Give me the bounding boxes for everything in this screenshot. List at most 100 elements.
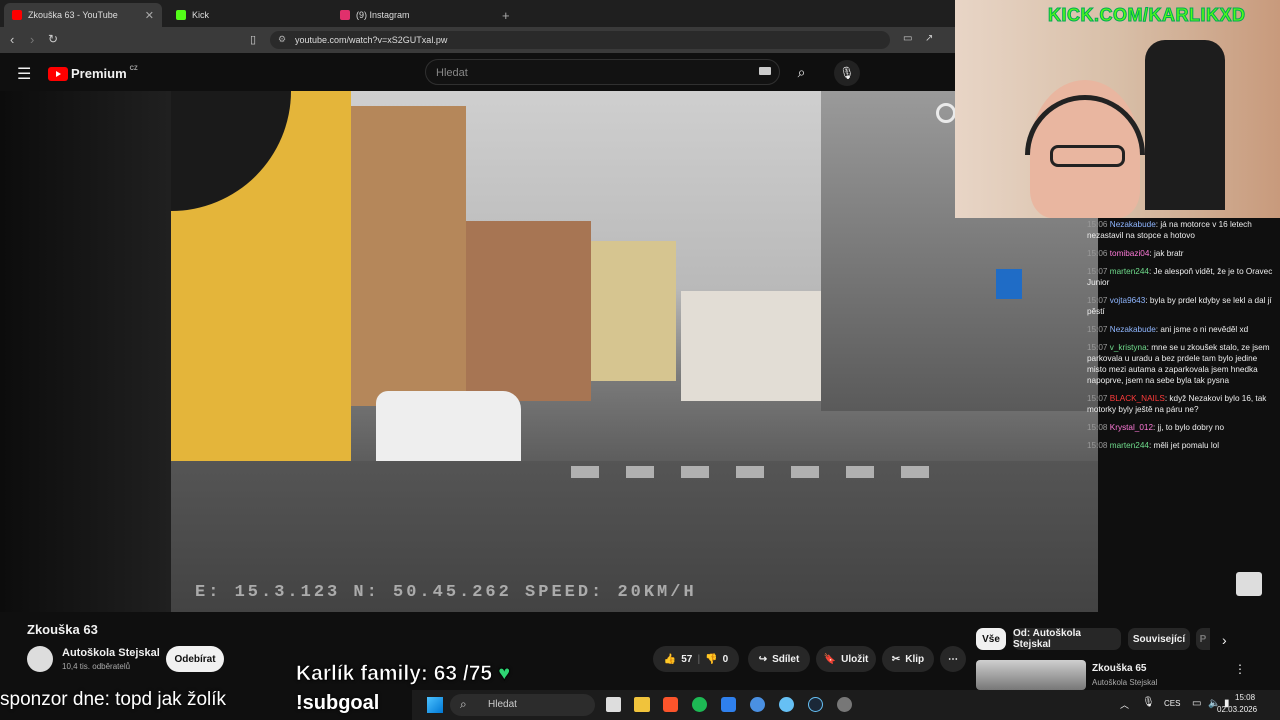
- clock-time[interactable]: 15:08: [1235, 693, 1255, 702]
- crosswalk: [571, 466, 931, 478]
- heart-icon: ♥: [497, 662, 511, 686]
- white-house: [681, 291, 831, 401]
- brick-building: [466, 221, 591, 401]
- like-count[interactable]: 57: [681, 654, 692, 665]
- obs-icon[interactable]: [837, 697, 852, 712]
- chat-timestamp: 15:07: [1087, 343, 1108, 352]
- chat-username[interactable]: v_kristyna: [1110, 343, 1147, 352]
- kick-favicon-icon: [176, 10, 186, 20]
- steam-icon[interactable]: [808, 697, 823, 712]
- chevron-right-icon[interactable]: ›: [1222, 632, 1227, 648]
- channel-avatar[interactable]: [27, 646, 53, 672]
- tray-expand-icon[interactable]: ︿: [1120, 698, 1129, 711]
- chip-partial[interactable]: P: [1196, 628, 1210, 650]
- chat-username[interactable]: marten244: [1110, 441, 1149, 450]
- tab-kick[interactable]: Kick: [168, 3, 328, 27]
- subscriber-count: 10,4 tis. odběratelů: [62, 662, 131, 671]
- chat-message: 15:06 tomibazi04: jak bratr: [1087, 249, 1184, 258]
- chat-username[interactable]: Nezakabude: [1110, 325, 1156, 334]
- new-tab-button[interactable]: +: [494, 3, 518, 27]
- next-video-menu-icon[interactable]: ⋮: [1234, 662, 1246, 676]
- bookmark-save-icon: 🔖: [823, 653, 837, 665]
- pale-building: [591, 241, 676, 381]
- cast-icon[interactable]: ▭: [903, 33, 912, 44]
- app-icon[interactable]: [721, 697, 736, 712]
- channel-name[interactable]: Autoškola Stejskal: [62, 647, 160, 659]
- stream-chat: 15:06 Nezakabude: já na motorce v 16 let…: [1083, 218, 1280, 518]
- miniplayer-thumbnail-icon[interactable]: [1236, 572, 1262, 596]
- chat-username[interactable]: vojta9643: [1110, 296, 1146, 305]
- language-indicator[interactable]: CES: [1164, 699, 1180, 708]
- dislike-icon[interactable]: 👎: [705, 654, 717, 665]
- more-actions-button[interactable]: ⋯: [940, 646, 966, 672]
- chrome-app-icon[interactable]: [779, 697, 794, 712]
- chat-message: 15:06 Nezakabude: já na motorce v 16 let…: [1087, 220, 1252, 240]
- next-video-title[interactable]: Zkouška 65: [1092, 663, 1146, 674]
- chip-all[interactable]: Vše: [976, 628, 1006, 650]
- task-view-icon[interactable]: [606, 697, 621, 712]
- start-icon[interactable]: [427, 697, 443, 713]
- share-button[interactable]: ↪ Sdílet: [748, 646, 810, 672]
- url-field[interactable]: ⚙ youtube.com/watch?v=xS2GUTxal.pw: [270, 31, 890, 49]
- save-button[interactable]: 🔖 Uložit: [816, 646, 876, 672]
- dislike-count[interactable]: 0: [723, 654, 729, 665]
- subscribe-button[interactable]: Odebírat: [166, 646, 224, 672]
- address-toolbar: ‹ › ↻ ▯ ⚙ youtube.com/watch?v=xS2GUTxal.…: [0, 27, 955, 53]
- crosswalk-sign-icon: [996, 269, 1022, 299]
- save-label: Uložit: [841, 653, 869, 665]
- youtube-logo[interactable]: Premium CZ: [48, 66, 138, 81]
- reload-icon[interactable]: ↻: [48, 32, 58, 46]
- clock-date[interactable]: 02.03.2026: [1217, 705, 1257, 714]
- family-goal-count: Karlík family: 63 /75: [296, 662, 493, 686]
- chat-text: jak bratr: [1153, 249, 1184, 258]
- ornate-building: [351, 106, 466, 406]
- chat-username[interactable]: BLACK_NAILS: [1110, 394, 1165, 403]
- spotify-icon[interactable]: [692, 697, 707, 712]
- sponsor-text: sponzor dne: topd jak žolík: [0, 689, 227, 710]
- chat-timestamp: 15:07: [1087, 394, 1108, 403]
- chat-message: 15:07 vojta9643: byla by prdel kdyby se …: [1087, 296, 1272, 316]
- subgoal-text: !subgoal: [296, 692, 380, 714]
- menu-icon[interactable]: ☰: [17, 64, 31, 84]
- network-icon[interactable]: ▭: [1192, 698, 1201, 709]
- sidebar-top: [1098, 518, 1280, 612]
- chat-username[interactable]: Krystal_012: [1110, 423, 1153, 432]
- url-text: youtube.com/watch?v=xS2GUTxal.pw: [295, 35, 448, 45]
- cursor-app-icon[interactable]: [750, 697, 765, 712]
- search-input[interactable]: Hledat: [425, 59, 780, 85]
- browser-tab-bar: Zkouška 63 - YouTube ✕ Kick (9) Instagra…: [0, 0, 955, 27]
- chip-related[interactable]: Související: [1128, 628, 1190, 650]
- taskbar-search-placeholder: Hledat: [488, 699, 517, 710]
- chat-timestamp: 15:08: [1087, 441, 1108, 450]
- gaming-chair: [1145, 40, 1225, 210]
- file-explorer-icon[interactable]: [634, 697, 650, 712]
- back-icon[interactable]: ‹: [10, 32, 14, 47]
- bookmark-icon[interactable]: ▯: [250, 33, 256, 46]
- keyboard-icon[interactable]: [759, 67, 771, 75]
- next-video-thumbnail[interactable]: [976, 660, 1086, 690]
- brave-browser-icon[interactable]: [663, 697, 678, 712]
- taskbar-search[interactable]: ⌕ Hledat: [450, 694, 595, 716]
- share-label: Sdílet: [772, 653, 800, 665]
- forward-icon[interactable]: ›: [30, 32, 34, 47]
- tab-label: Kick: [192, 10, 210, 20]
- chat-message: 15:08 marten244: měli jet pomalu lol: [1087, 441, 1220, 450]
- share-page-icon[interactable]: ↗: [925, 33, 933, 44]
- chat-text: měli jet pomalu lol: [1153, 441, 1220, 450]
- clip-button[interactable]: ✂ Klip: [882, 646, 934, 672]
- microphone-tray-icon[interactable]: 🎙: [1142, 697, 1155, 708]
- chat-username[interactable]: marten244: [1110, 267, 1149, 276]
- tab-instagram[interactable]: (9) Instagram: [332, 3, 492, 27]
- close-tab-icon[interactable]: ✕: [145, 9, 154, 22]
- chat-username[interactable]: Nezakabude: [1110, 220, 1156, 229]
- tab-youtube[interactable]: Zkouška 63 - YouTube ✕: [4, 3, 162, 27]
- site-info-icon[interactable]: ⚙: [278, 34, 286, 45]
- chat-timestamp: 15:07: [1087, 296, 1108, 305]
- voice-search-button[interactable]: 🎙: [834, 60, 860, 86]
- region-code: CZ: [129, 65, 138, 72]
- logo-text: Premium: [71, 66, 127, 81]
- like-icon[interactable]: 👍: [664, 654, 676, 665]
- chip-from-channel[interactable]: Od: Autoškola Stejskal: [1013, 628, 1121, 650]
- search-button[interactable]: ⌕: [780, 59, 823, 85]
- chat-username[interactable]: tomibazi04: [1110, 249, 1150, 258]
